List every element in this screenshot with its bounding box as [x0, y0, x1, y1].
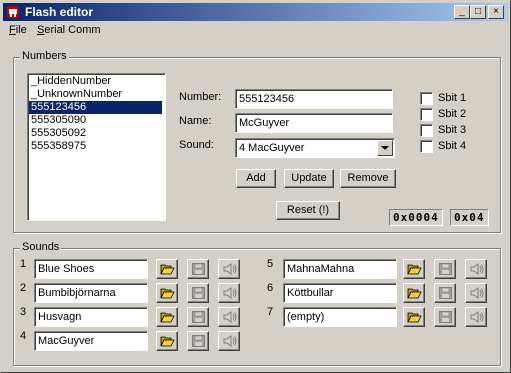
- save-sound-button[interactable]: [187, 331, 209, 351]
- sound-slot-number: 4: [20, 330, 27, 342]
- menu-serial-comm[interactable]: Serial Comm: [37, 24, 101, 36]
- hex-value-long: 0x0004: [389, 209, 443, 226]
- sound-name-input[interactable]: MacGuyver: [34, 331, 148, 351]
- list-item[interactable]: 555305092: [31, 127, 86, 140]
- save-sound-button[interactable]: [434, 307, 456, 327]
- sound-name-input[interactable]: (empty): [283, 307, 397, 327]
- sound-name-input[interactable]: Köttbullar: [283, 283, 397, 303]
- list-item[interactable]: _UnknownNumber: [31, 88, 122, 101]
- play-sound-button[interactable]: [218, 259, 240, 279]
- minimize-button[interactable]: _: [454, 5, 470, 19]
- name-input[interactable]: McGuyver: [235, 113, 393, 133]
- numbers-listbox[interactable]: _HiddenNumber _UnknownNumber 555123456 5…: [27, 73, 166, 221]
- window-title: Flash editor: [25, 5, 94, 19]
- play-sound-button[interactable]: [465, 307, 487, 327]
- remove-button[interactable]: Remove: [340, 169, 396, 188]
- sbit4-checkbox[interactable]: [420, 140, 433, 153]
- title-bar[interactable]: Flash editor _ □ ×: [3, 3, 508, 21]
- save-sound-button[interactable]: [187, 283, 209, 303]
- hex-value-short: 0x04: [450, 209, 489, 226]
- menu-file[interactable]: File: [9, 24, 27, 36]
- play-sound-button[interactable]: [218, 283, 240, 303]
- open-folder-button[interactable]: [156, 307, 178, 327]
- sbit1-label: Sbit 1: [438, 92, 467, 104]
- sound-name-input[interactable]: Blue Shoes: [34, 259, 148, 279]
- number-input[interactable]: 555123456: [235, 89, 393, 109]
- sbit3-label: Sbit 3: [438, 124, 467, 136]
- sound-select-value: 4 MacGuyver: [239, 142, 305, 154]
- list-item-selected[interactable]: 555123456: [29, 101, 162, 114]
- open-folder-button[interactable]: [156, 331, 178, 351]
- numbers-group-label: Numbers: [20, 50, 69, 62]
- reset-button[interactable]: Reset (!): [276, 201, 340, 220]
- list-item[interactable]: 555358975: [31, 140, 86, 153]
- sound-slot-number: 1: [20, 258, 27, 270]
- save-sound-button[interactable]: [187, 259, 209, 279]
- flash-editor-window: Flash editor _ □ × File Serial Comm Numb…: [0, 0, 511, 373]
- play-sound-button[interactable]: [465, 283, 487, 303]
- sounds-group-label: Sounds: [20, 241, 62, 253]
- save-sound-button[interactable]: [434, 259, 456, 279]
- play-sound-button[interactable]: [218, 331, 240, 351]
- sound-slot-number: 2: [20, 282, 27, 294]
- sound-name-input[interactable]: Husvagn: [34, 307, 148, 327]
- open-folder-button[interactable]: [403, 259, 425, 279]
- sound-slot-number: 5: [267, 258, 274, 270]
- list-item[interactable]: _HiddenNumber: [31, 75, 111, 88]
- sound-name-input[interactable]: MahnaMahna: [283, 259, 397, 279]
- add-button[interactable]: Add: [236, 169, 276, 188]
- open-folder-button[interactable]: [403, 283, 425, 303]
- sbit2-label: Sbit 2: [438, 108, 467, 120]
- save-sound-button[interactable]: [434, 283, 456, 303]
- list-item[interactable]: 555305090: [31, 114, 86, 127]
- maximize-button[interactable]: □: [470, 5, 486, 19]
- update-button[interactable]: Update: [284, 169, 334, 188]
- close-button[interactable]: ×: [488, 5, 504, 19]
- open-folder-button[interactable]: [403, 307, 425, 327]
- sound-label: Sound:: [179, 139, 214, 151]
- sbit4-label: Sbit 4: [438, 140, 467, 152]
- sound-slot-number: 7: [267, 306, 274, 318]
- sound-slot-number: 3: [20, 306, 27, 318]
- play-sound-button[interactable]: [465, 259, 487, 279]
- sbit1-checkbox[interactable]: [420, 92, 433, 105]
- open-folder-button[interactable]: [156, 283, 178, 303]
- sbit2-checkbox[interactable]: [420, 108, 433, 121]
- app-icon: [7, 6, 19, 18]
- save-sound-button[interactable]: [187, 307, 209, 327]
- sound-slot-number: 6: [267, 282, 274, 294]
- sound-select[interactable]: 4 MacGuyver: [235, 138, 395, 158]
- open-folder-button[interactable]: [156, 259, 178, 279]
- number-label: Number:: [179, 91, 222, 103]
- play-sound-button[interactable]: [218, 307, 240, 327]
- sound-name-input[interactable]: Bumbibjörnarna: [34, 283, 148, 303]
- sbit3-checkbox[interactable]: [420, 124, 433, 137]
- chevron-down-icon[interactable]: [377, 140, 393, 156]
- name-label: Name:: [179, 115, 212, 127]
